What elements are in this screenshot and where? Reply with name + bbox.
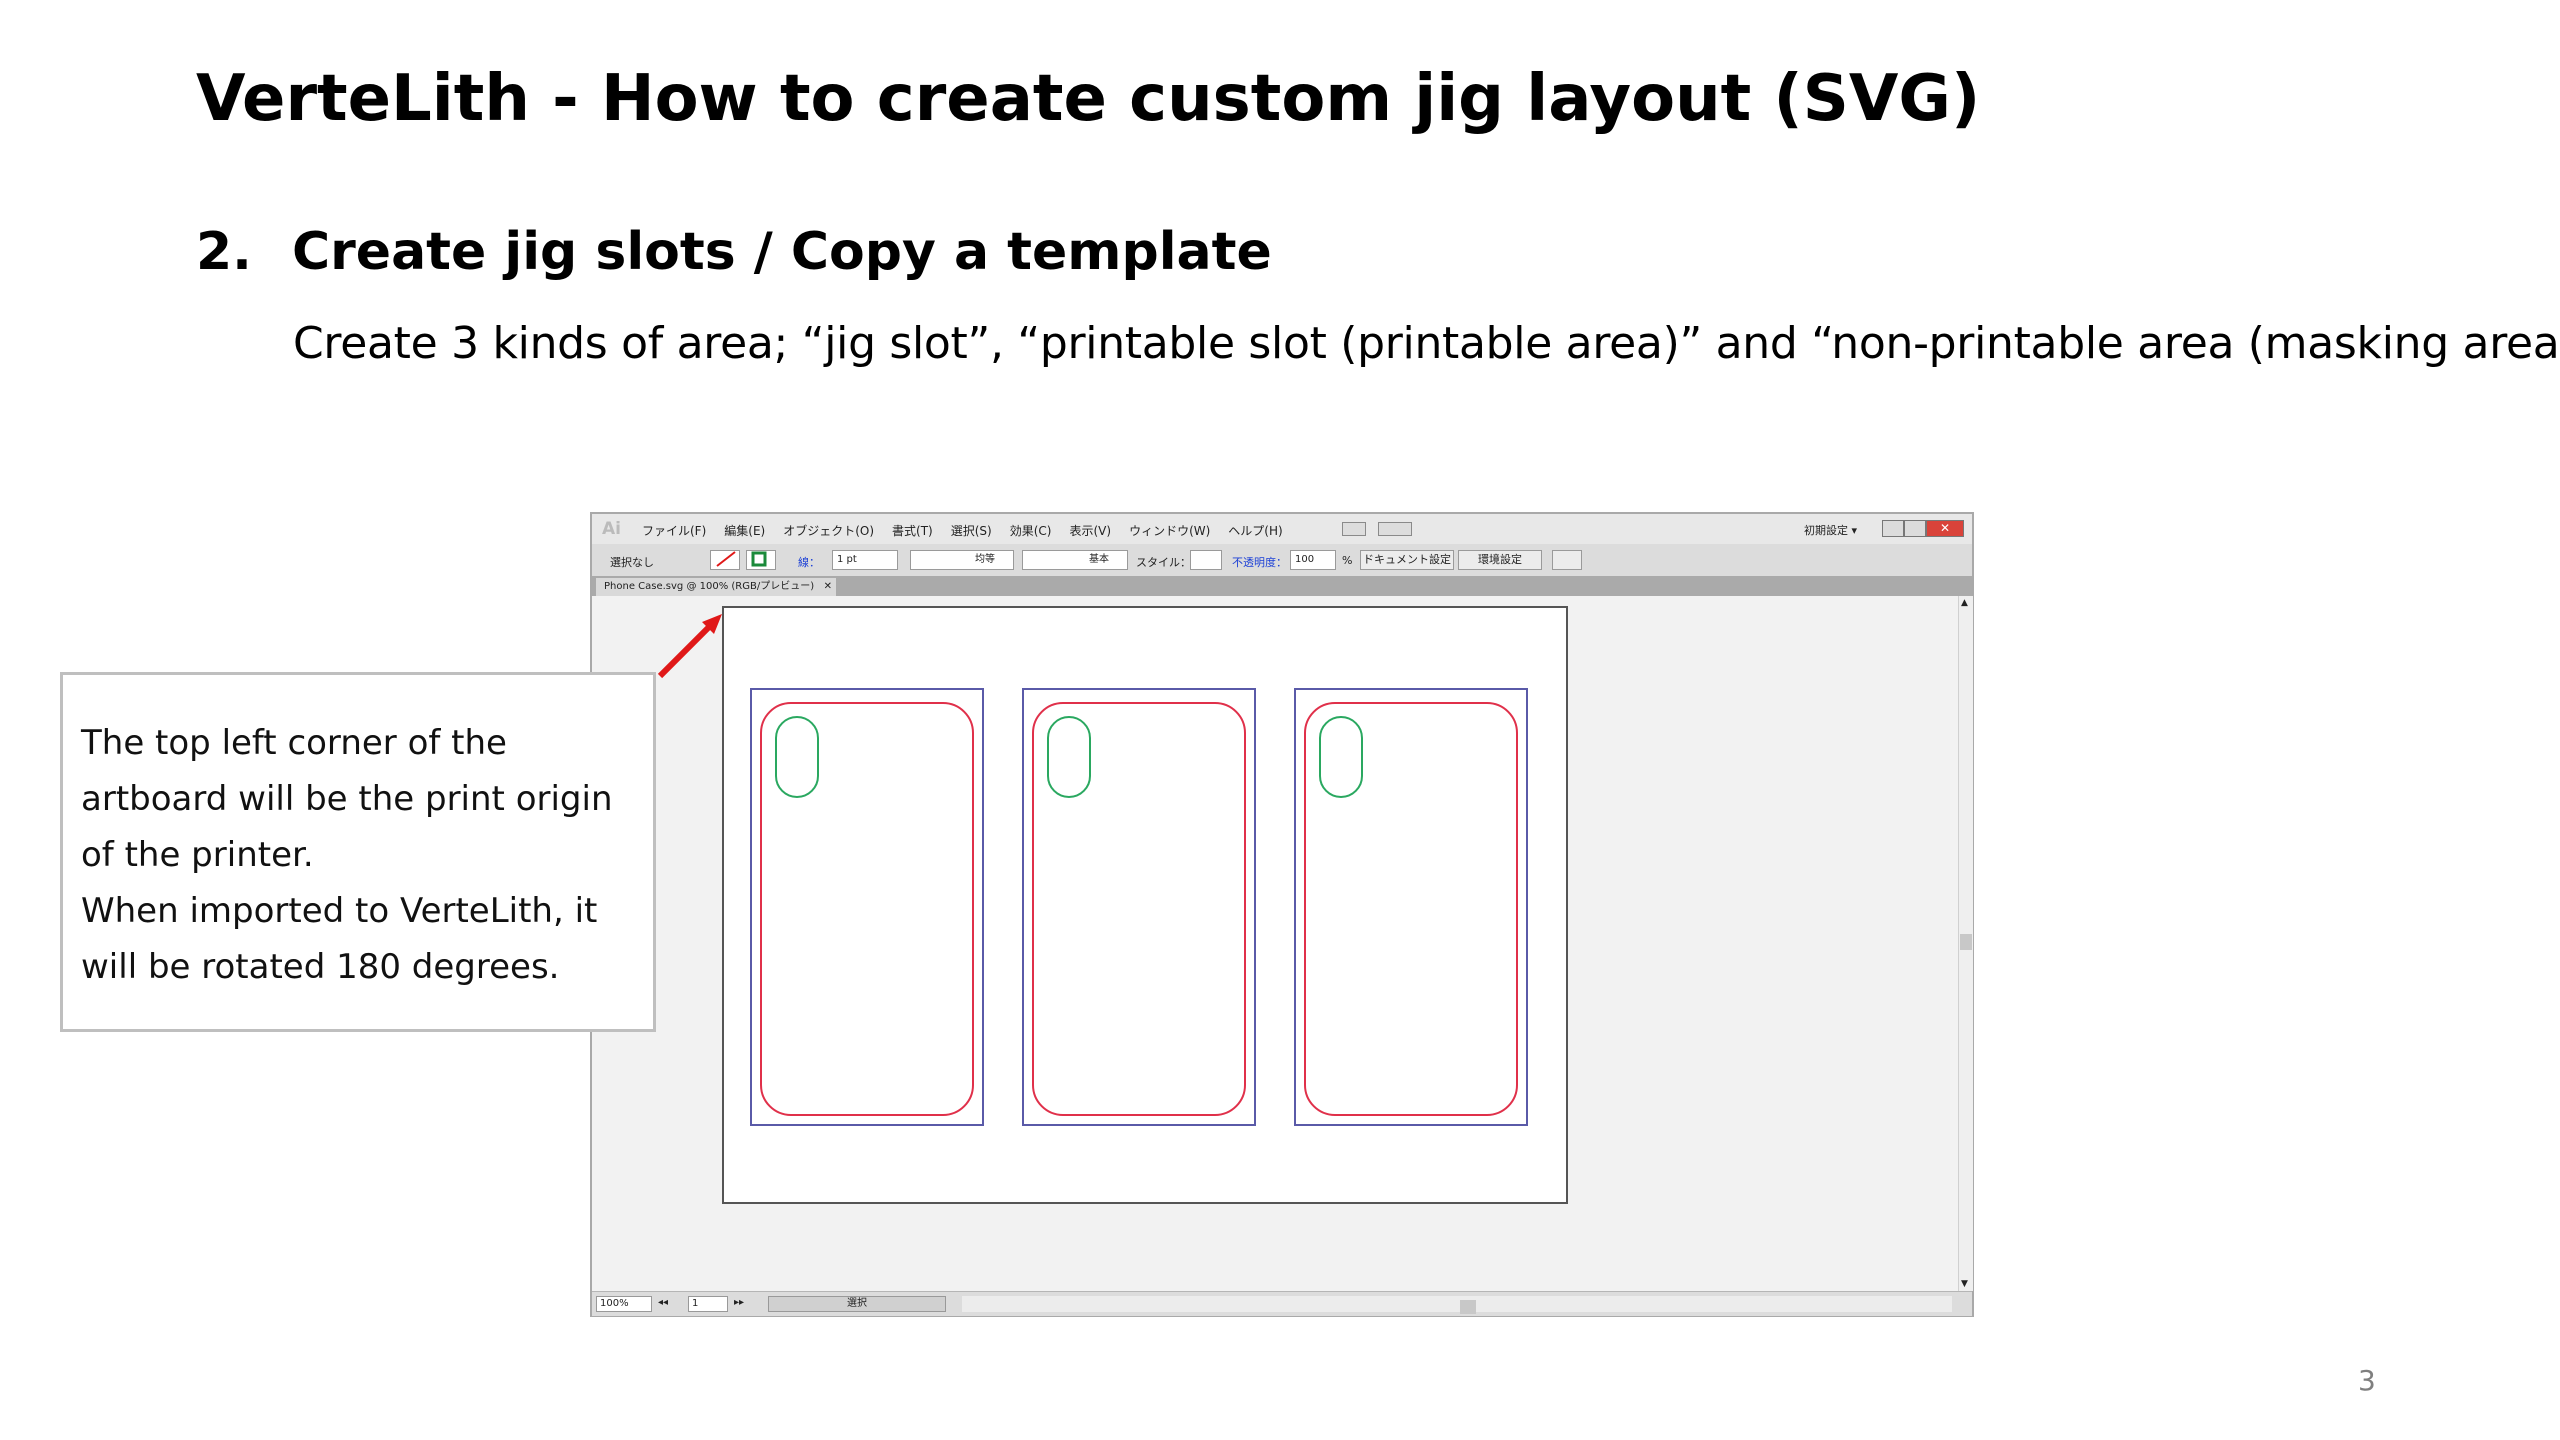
status-tool-select[interactable]: 選択 [768,1296,946,1312]
preferences-button[interactable]: 環境設定 [1458,550,1542,570]
arrange-documents-button[interactable] [1378,522,1412,536]
selection-status: 選択なし [610,556,654,569]
callout-line: When imported to VerteLith, it [81,891,598,931]
status-bar: 100% ◂◂ 1 ▸▸ 選択 [592,1291,1972,1316]
illustrator-window: Ai ファイル(F) 編集(E) オブジェクト(O) 書式(T) 選択(S) 効… [590,512,1974,1317]
horizontal-scroll-thumb[interactable] [1460,1300,1476,1314]
callout-line: will be rotated 180 degrees. [81,947,560,987]
control-bar: 選択なし 線： 1 pt 均等 基本 スタイル： 不透明度： 100 % ドキュ… [592,544,1972,577]
scroll-up-icon[interactable]: ▲ [1961,598,1968,608]
menu-window[interactable]: ウィンドウ(W) [1129,522,1210,539]
vertical-scroll-thumb[interactable] [1960,934,1972,950]
menu-bar: Ai ファイル(F) 編集(E) オブジェクト(O) 書式(T) 選択(S) 効… [592,514,1972,545]
last-page-icon[interactable]: ▸▸ [734,1297,744,1308]
stroke-color-icon [751,551,767,567]
printable-slot-outline [1304,702,1518,1116]
jig-slot-outline [1022,688,1256,1126]
horizontal-scrollbar[interactable] [962,1296,1952,1314]
menu-view[interactable]: 表示(V) [1069,522,1111,539]
stroke-weight-field[interactable]: 1 pt [832,550,898,570]
jig-slot-outline [750,688,984,1126]
app-logo: Ai [602,519,621,539]
masking-area-camera [1047,716,1091,798]
tab-close-icon[interactable]: ✕ [824,578,832,596]
section-heading: 2. Create jig slots / Copy a template [196,222,1272,282]
maximize-button[interactable] [1904,520,1926,537]
variable-width-select[interactable]: 均等 [910,550,1014,570]
arrange-icon-button[interactable] [1552,550,1582,570]
callout-line: of the printer. [81,835,314,875]
menu-object[interactable]: オブジェクト(O) [783,522,874,539]
menu-type[interactable]: 書式(T) [892,522,933,539]
fill-swatch[interactable] [710,550,740,570]
page-number: 3 [2358,1364,2376,1397]
masking-area-camera [1319,716,1363,798]
menu-list: ファイル(F) 編集(E) オブジェクト(O) 書式(T) 選択(S) 効果(C… [642,522,1283,539]
annotation-callout: The top left corner of the artboard will… [60,672,656,1032]
canvas-area[interactable] [592,596,1958,1291]
brush-select[interactable]: 基本 [1022,550,1128,570]
artboard[interactable] [722,606,1568,1204]
slide-title: VerteLith - How to create custom jig lay… [196,62,1981,136]
jig-slot-3[interactable] [1294,688,1528,1126]
jig-slot-outline [1294,688,1528,1126]
jig-layout-drawing [750,688,1528,1126]
graphic-style-select[interactable] [1190,550,1222,570]
document-tab[interactable]: Phone Case.svg @ 100% (RGB/プレビュー) ✕ [596,578,836,596]
zoom-select[interactable]: 100% [596,1296,652,1312]
stroke-swatch[interactable] [746,550,776,570]
printable-slot-outline [1032,702,1246,1116]
stroke-label[interactable]: 線： [798,554,820,570]
callout-text: The top left corner of the artboard will… [81,715,613,995]
menu-file[interactable]: ファイル(F) [642,522,706,539]
no-fill-icon [716,551,736,567]
bridge-button[interactable] [1342,522,1366,536]
close-button[interactable]: ✕ [1926,520,1964,537]
document-tab-label: Phone Case.svg @ 100% (RGB/プレビュー) [604,581,815,592]
section-number: 2. [196,222,252,282]
jig-slot-1[interactable] [750,688,984,1126]
artboard-number-field[interactable]: 1 [688,1296,728,1312]
section-description: Create 3 kinds of area; “jig slot”, “pri… [293,318,2560,369]
menu-help[interactable]: ヘルプ(H) [1228,522,1282,539]
callout-line: The top left corner of the [81,723,507,763]
opacity-unit: % [1342,554,1353,567]
section-title: Create jig slots / Copy a template [292,222,1272,282]
vertical-scrollbar[interactable]: ▲ ▼ [1958,596,1973,1291]
opacity-label[interactable]: 不透明度： [1232,554,1287,570]
workspace-switcher[interactable]: 初期設定 ▾ [1804,522,1857,538]
jig-slot-2[interactable] [1022,688,1256,1126]
scroll-down-icon[interactable]: ▼ [1961,1279,1968,1289]
document-tab-bar: Phone Case.svg @ 100% (RGB/プレビュー) ✕ [592,576,1972,596]
printable-slot-outline [760,702,974,1116]
menu-select[interactable]: 選択(S) [951,522,992,539]
minimize-button[interactable] [1882,520,1904,537]
masking-area-camera [775,716,819,798]
opacity-field[interactable]: 100 [1290,550,1336,570]
document-setup-button[interactable]: ドキュメント設定 [1360,550,1454,570]
menu-effect[interactable]: 効果(C) [1010,522,1052,539]
first-page-icon[interactable]: ◂◂ [658,1297,668,1308]
style-label: スタイル： [1136,556,1191,569]
callout-line: artboard will be the print origin [81,779,613,819]
menu-edit[interactable]: 編集(E) [724,522,765,539]
